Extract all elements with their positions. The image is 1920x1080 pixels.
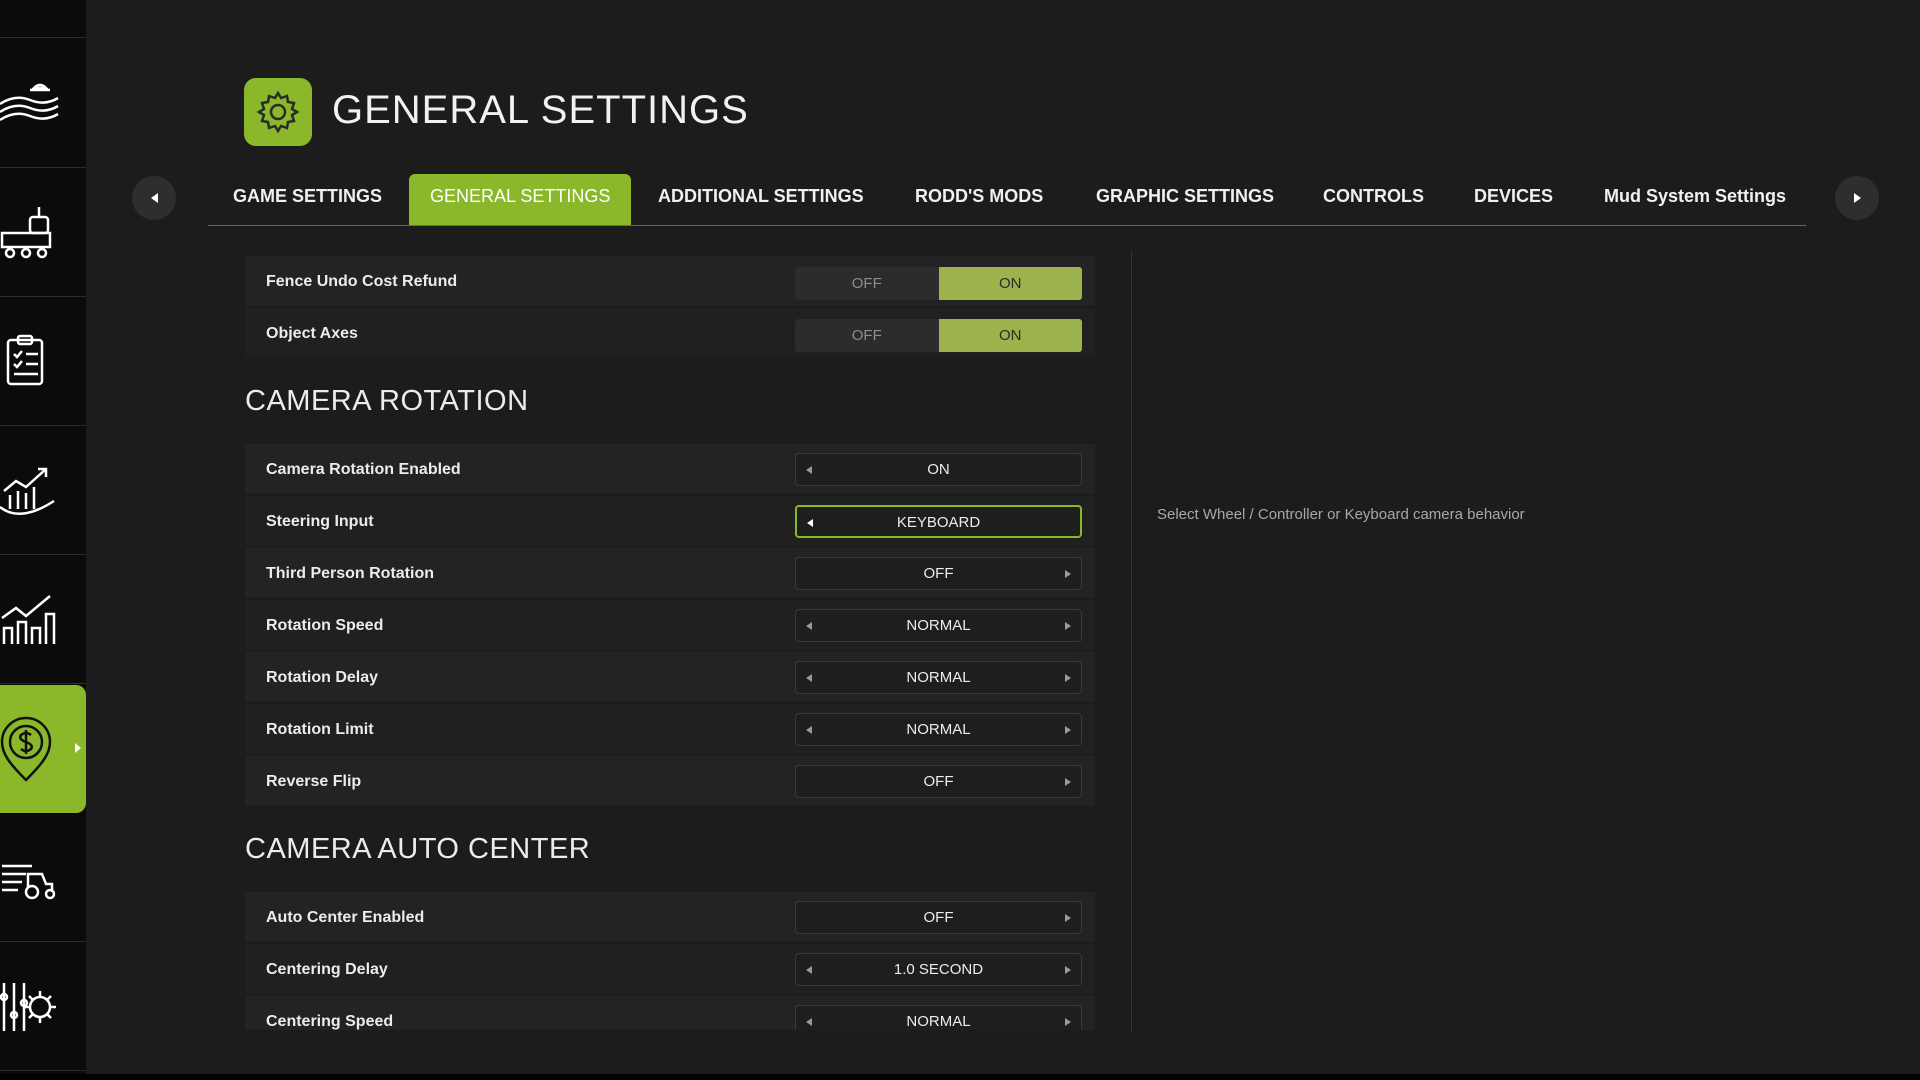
sidebar-item-settings[interactable] (0, 943, 86, 1071)
header-gear-badge (244, 78, 312, 146)
setting-label: Auto Center Enabled (266, 909, 425, 926)
vehicles-icon (2, 864, 56, 899)
arrow-right-icon[interactable] (1065, 966, 1071, 974)
setting-label: Steering Input (266, 513, 374, 530)
panel-divider (1131, 250, 1132, 1032)
tab-devices[interactable]: DEVICES (1474, 174, 1553, 225)
help-text: Select Wheel / Controller or Keyboard ca… (1157, 506, 1525, 523)
sidebar-item-vehicles[interactable] (0, 814, 86, 942)
setting-row-centering-delay: Centering Delay 1.0 SECOND (245, 944, 1095, 994)
contracts-icon (6, 334, 44, 385)
tab-next-button[interactable] (1835, 176, 1879, 220)
settings-list: Fence Undo Cost Refund OFF ON Object Axe… (245, 250, 1095, 1030)
tab-general-settings[interactable]: GENERAL SETTINGS (409, 174, 632, 225)
tab-underline (208, 225, 1806, 226)
tab-graphic-settings[interactable]: GRAPHIC SETTINGS (1096, 174, 1274, 225)
arrow-right-icon[interactable] (1065, 1018, 1071, 1026)
reverse-flip-selector[interactable]: OFF (795, 765, 1082, 798)
arrow-right-icon[interactable] (1065, 570, 1071, 578)
setting-row-rotation-limit: Rotation Limit NORMAL (245, 704, 1095, 754)
sidebar-item-production[interactable] (0, 169, 86, 297)
setting-label: Rotation Delay (266, 669, 379, 686)
arrow-right-icon[interactable] (1065, 674, 1071, 682)
setting-row-fence-undo: Fence Undo Cost Refund OFF ON (245, 256, 1095, 306)
setting-row-camera-rotation-enabled: Camera Rotation Enabled ON (245, 444, 1095, 494)
camera-rotation-enabled-selector[interactable]: ON (795, 453, 1082, 486)
settings-sliders-icon (0, 982, 56, 1031)
arrow-right-icon[interactable] (1065, 914, 1071, 922)
selector-value: 1.0 SECOND (893, 961, 984, 978)
setting-row-auto-center-enabled: Auto Center Enabled OFF (245, 892, 1095, 942)
centering-speed-selector[interactable]: NORMAL (795, 1005, 1082, 1030)
toggle-off-option[interactable]: OFF (795, 267, 939, 300)
selector-value: NORMAL (906, 617, 971, 634)
sidebar-item-finances[interactable] (0, 427, 86, 555)
setting-label: Centering Speed (266, 1013, 394, 1030)
toggle-off-option[interactable]: OFF (795, 319, 939, 352)
gear-icon (256, 90, 300, 134)
setting-row-object-axes: Object Axes OFF ON (245, 308, 1095, 358)
tab-rodds-mods[interactable]: RODD'S MODS (915, 174, 1043, 225)
money-pin-icon (0, 716, 52, 782)
setting-label: Third Person Rotation (266, 565, 434, 582)
setting-row-centering-speed: Centering Speed NORMAL (245, 996, 1095, 1030)
sidebar-item-map[interactable] (0, 40, 86, 168)
setting-label: Reverse Flip (266, 773, 362, 790)
sidebar (0, 0, 86, 1074)
object-axes-toggle: OFF ON (795, 319, 1082, 352)
tab-game-settings[interactable]: GAME SETTINGS (233, 174, 382, 225)
sidebar-item-contracts[interactable] (0, 298, 86, 426)
toggle-on-option[interactable]: ON (938, 319, 1082, 352)
steering-input-selector[interactable]: KEYBOARD (795, 505, 1082, 538)
sidebar-item-top[interactable] (0, 0, 86, 38)
statistics-icon (1, 594, 56, 644)
arrow-right-icon[interactable] (1065, 622, 1071, 630)
arrow-right-icon[interactable] (1065, 726, 1071, 734)
selector-value: KEYBOARD (896, 514, 981, 531)
toggle-on-option[interactable]: ON (938, 267, 1082, 300)
sidebar-item-statistics[interactable] (0, 556, 86, 684)
production-icon (0, 206, 52, 258)
chevron-right-icon (1853, 193, 1861, 203)
setting-row-reverse-flip: Reverse Flip OFF (245, 756, 1095, 806)
selector-value: NORMAL (906, 721, 971, 738)
tab-additional-settings[interactable]: ADDITIONAL SETTINGS (658, 174, 864, 225)
tab-controls[interactable]: CONTROLS (1323, 174, 1424, 225)
setting-row-rotation-delay: Rotation Delay NORMAL (245, 652, 1095, 702)
tab-prev-button[interactable] (132, 176, 176, 220)
finances-icon (0, 467, 55, 515)
centering-delay-selector[interactable]: 1.0 SECOND (795, 953, 1082, 986)
setting-row-third-person-rotation: Third Person Rotation OFF (245, 548, 1095, 598)
auto-center-enabled-selector[interactable]: OFF (795, 901, 1082, 934)
bottom-bar (0, 1074, 1920, 1080)
chevron-left-icon (150, 193, 158, 203)
rotation-delay-selector[interactable]: NORMAL (795, 661, 1082, 694)
active-caret-icon (75, 743, 81, 753)
selector-value: OFF (923, 909, 954, 926)
section-title-camera-auto-center: CAMERA AUTO CENTER (245, 833, 591, 865)
selector-value: OFF (923, 773, 954, 790)
tab-mud-system-settings[interactable]: Mud System Settings (1604, 174, 1786, 225)
setting-label: Fence Undo Cost Refund (266, 273, 458, 290)
setting-label: Camera Rotation Enabled (266, 461, 461, 478)
fence-undo-toggle: OFF ON (795, 267, 1082, 300)
selector-value: NORMAL (906, 669, 971, 686)
map-icon (0, 83, 59, 121)
section-title-camera-rotation: CAMERA ROTATION (245, 385, 529, 417)
page-title: GENERAL SETTINGS (332, 88, 749, 132)
rotation-speed-selector[interactable]: NORMAL (795, 609, 1082, 642)
selector-value: ON (927, 461, 950, 478)
setting-label: Centering Delay (266, 961, 388, 978)
setting-label: Object Axes (266, 325, 358, 342)
third-person-rotation-selector[interactable]: OFF (795, 557, 1082, 590)
selector-value: OFF (923, 565, 954, 582)
setting-row-rotation-speed: Rotation Speed NORMAL (245, 600, 1095, 650)
sidebar-item-money[interactable] (0, 685, 86, 813)
setting-label: Rotation Limit (266, 721, 374, 738)
rotation-limit-selector[interactable]: NORMAL (795, 713, 1082, 746)
setting-label: Rotation Speed (266, 617, 384, 634)
selector-value: NORMAL (906, 1013, 971, 1030)
arrow-right-icon[interactable] (1065, 778, 1071, 786)
setting-row-steering-input: Steering Input KEYBOARD (245, 496, 1095, 546)
